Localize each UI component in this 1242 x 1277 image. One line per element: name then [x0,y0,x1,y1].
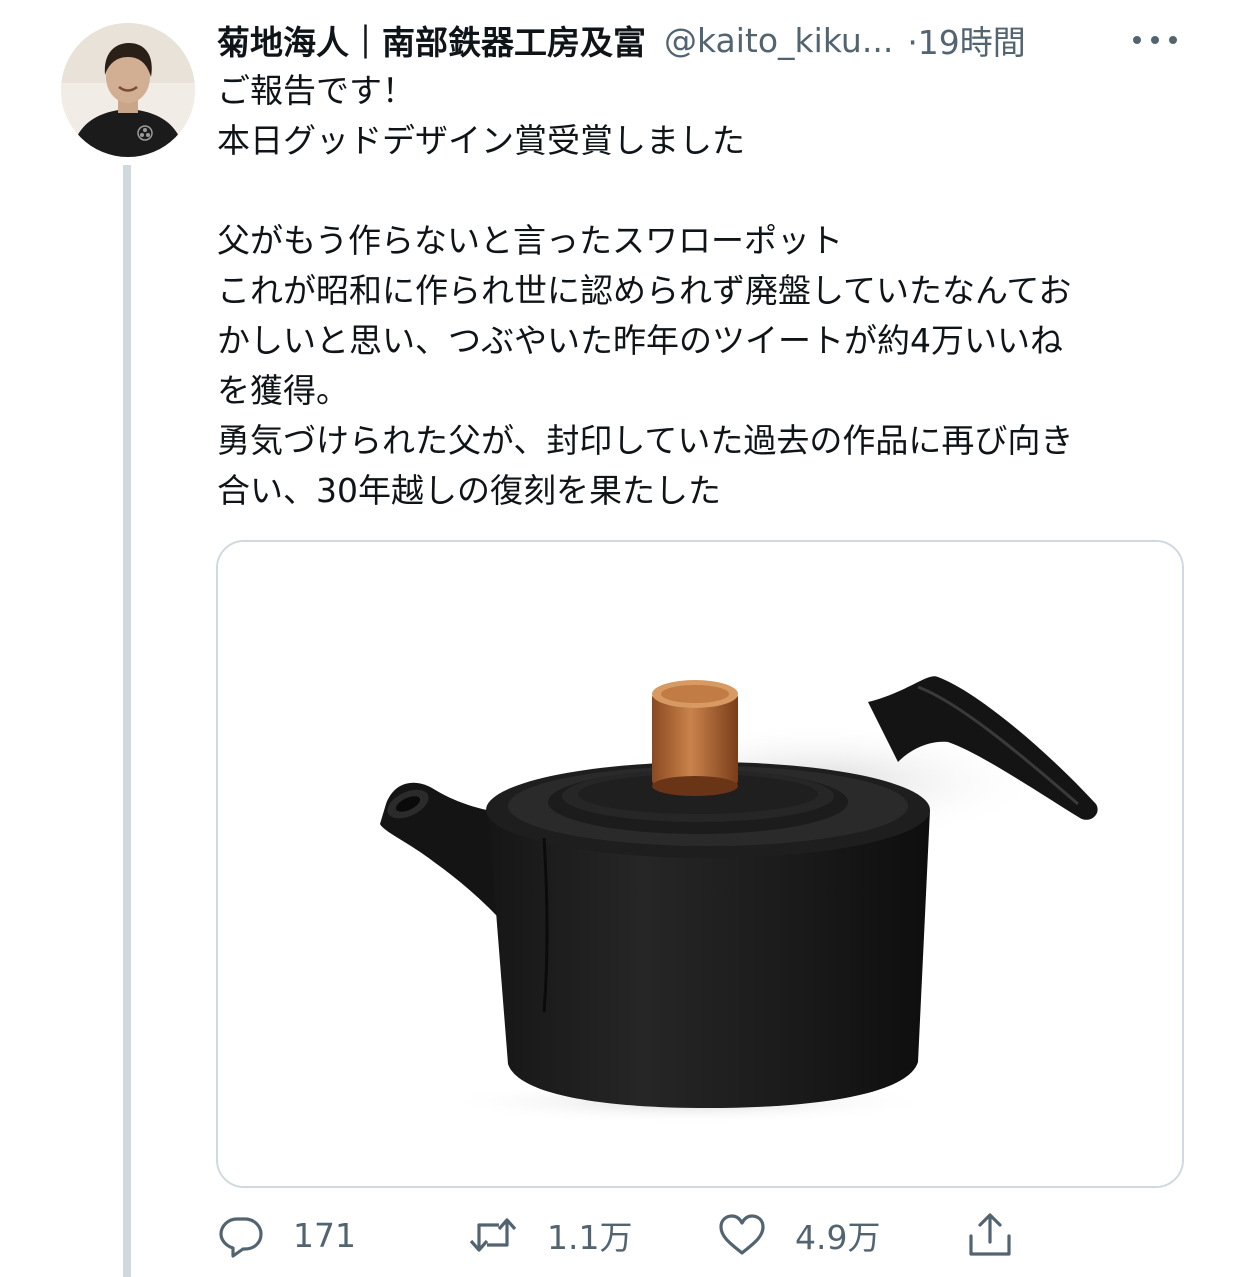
tweet-text-line: 父がもう作らないと言ったスワローポット [217,221,844,260]
reply-button[interactable]: 171 [217,1203,356,1267]
retweet-count: 1.1万 [547,1218,633,1257]
tweet-timestamp[interactable]: ·19時間 [907,16,1025,64]
tweet-text-line: 勇気づけられた父が、封印していた過去の作品に再び向き [217,421,1074,460]
retweet-button[interactable]: 1.1万 [467,1203,632,1267]
tweet-text-line: 本日グッドデザイン賞受賞しました [217,121,745,160]
tweet-text: ご報告です！ 本日グッドデザイン賞受賞しました 父がもう作らないと言ったスワロー… [217,66,1207,516]
tweet-text-line: ご報告です！ [217,71,415,110]
reply-count: 171 [293,1215,356,1255]
tweet-media-image[interactable] [216,540,1184,1188]
author-handle[interactable]: @kaito_kiku... [664,21,893,60]
tweet-text-line: を獲得。 [217,371,349,410]
tweet-text-line: かしいと思い、つぶやいた昨年のツイートが約4万いいね [217,321,1063,360]
thread-connector-line [123,165,131,1277]
tweet-actions: 171 1.1万 4.9万 [217,1203,1217,1267]
more-icon-dot [1169,36,1177,44]
tweet-text-line [217,166,1207,216]
tweet-text-line: これが昭和に作られ世に認められず廃盤していたなんてお [217,271,1072,310]
avatar[interactable] [61,23,195,157]
more-icon-dot [1133,36,1141,44]
heart-icon [717,1211,767,1259]
more-icon[interactable] [1133,26,1177,54]
author-display-name[interactable]: 菊地海人｜南部鉄器工房及富 [217,16,646,64]
retweet-icon [467,1211,519,1259]
tweet-header: 菊地海人｜南部鉄器工房及富 @kaito_kiku... ·19時間 [217,16,1026,64]
like-count: 4.9万 [795,1218,881,1257]
more-icon-dot [1151,36,1159,44]
share-button[interactable] [965,1203,1015,1267]
tweet-text-line: 合い、30年越しの復刻を果たした [217,471,721,510]
like-button[interactable]: 4.9万 [717,1203,880,1267]
reply-icon [217,1211,265,1259]
share-icon [965,1210,1015,1260]
